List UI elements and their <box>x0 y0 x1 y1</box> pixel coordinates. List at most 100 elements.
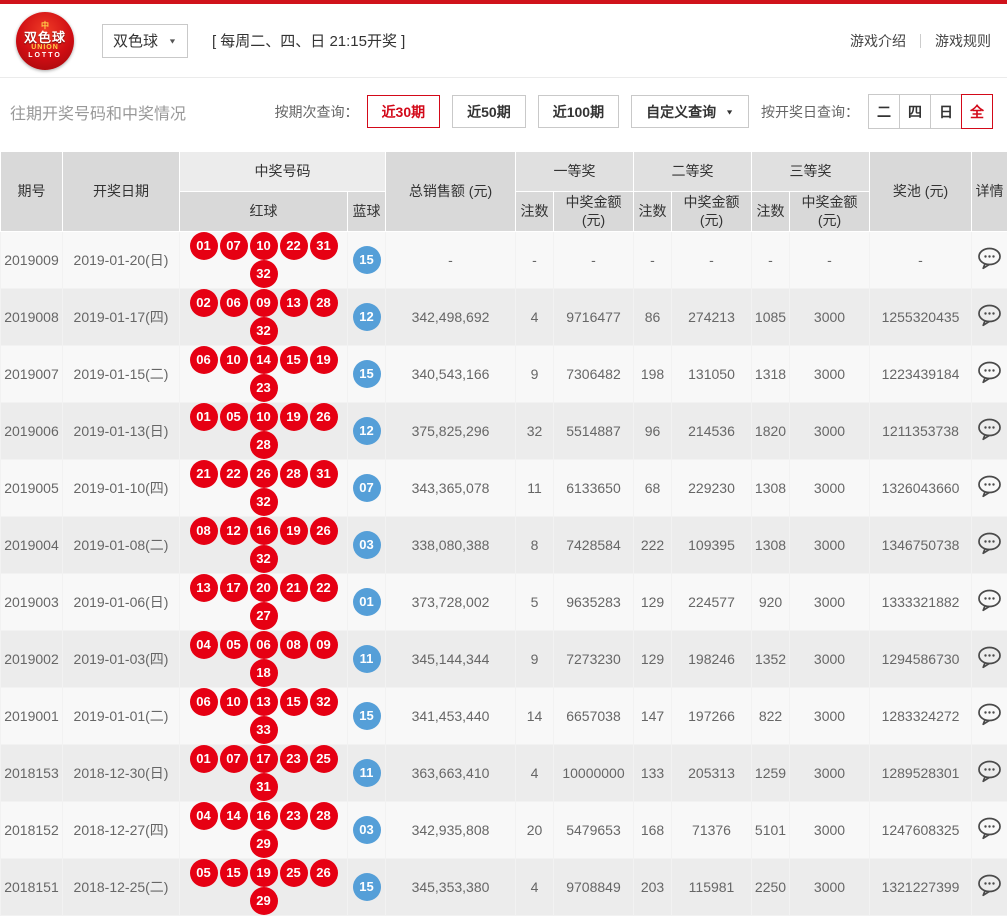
cell-p2-amount: 224577 <box>672 574 752 631</box>
filter-controls: 按期次查询： 近30期近50期近100期自定义查询▼ 按开奖日查询： 二四日全 <box>275 94 993 129</box>
union-lotto-logo[interactable]: 中 双色球 UNION LOTTO <box>16 12 74 70</box>
red-ball: 19 <box>280 403 308 431</box>
red-ball: 14 <box>220 802 248 830</box>
red-ball: 28 <box>310 289 338 317</box>
detail-button[interactable] <box>977 646 1002 669</box>
cell-p2-amount: 198246 <box>672 631 752 688</box>
red-ball: 22 <box>280 232 308 260</box>
cell-p3-amount: 3000 <box>790 346 870 403</box>
logo-title: 双色球 <box>24 31 66 45</box>
red-ball: 15 <box>220 859 248 887</box>
red-ball: 06 <box>220 289 248 317</box>
cell-p3-count: 1308 <box>752 460 790 517</box>
cell-p2-count: 222 <box>634 517 672 574</box>
red-ball: 29 <box>250 887 278 915</box>
cell-date: 2019-01-01(二) <box>63 688 180 745</box>
cell-detail <box>972 859 1007 916</box>
cell-p1-count: 11 <box>516 460 554 517</box>
cell-p3-count: 2250 <box>752 859 790 916</box>
comment-icon <box>977 589 1002 612</box>
cell-p2-count: 198 <box>634 346 672 403</box>
detail-button[interactable] <box>977 247 1002 270</box>
red-ball: 26 <box>310 517 338 545</box>
table-row: 2019006 2019-01-13(日) 010510192628 12 37… <box>1 403 1007 460</box>
cell-period: 2019006 <box>1 403 63 460</box>
cell-date: 2018-12-27(四) <box>63 802 180 859</box>
detail-button[interactable] <box>977 703 1002 726</box>
red-ball: 29 <box>250 830 278 858</box>
cell-pool: 1289528301 <box>870 745 972 802</box>
cell-blue-ball: 03 <box>348 802 386 859</box>
cell-p3-amount: 3000 <box>790 517 870 574</box>
red-ball: 06 <box>250 631 278 659</box>
cell-p2-amount: 109395 <box>672 517 752 574</box>
table-row: 2019005 2019-01-10(四) 212226283132 07 34… <box>1 460 1007 517</box>
detail-button[interactable] <box>977 361 1002 384</box>
cell-period: 2019007 <box>1 346 63 403</box>
cell-p1-amount: 9635283 <box>554 574 634 631</box>
cell-p3-count: 1085 <box>752 289 790 346</box>
table-row: 2018152 2018-12-27(四) 041416232829 03 34… <box>1 802 1007 859</box>
detail-button[interactable] <box>977 589 1002 612</box>
red-ball: 26 <box>250 460 278 488</box>
red-ball: 20 <box>250 574 278 602</box>
red-ball: 06 <box>190 688 218 716</box>
red-ball: 19 <box>310 346 338 374</box>
cell-p2-amount: 214536 <box>672 403 752 460</box>
red-ball: 26 <box>310 403 338 431</box>
red-ball: 07 <box>220 745 248 773</box>
day-filter-button[interactable]: 二 <box>868 94 900 129</box>
col-sales-header: 总销售额 (元) <box>386 152 516 232</box>
cell-blue-ball: 12 <box>348 289 386 346</box>
day-filter-button[interactable]: 四 <box>899 94 931 129</box>
cell-sales: 343,365,078 <box>386 460 516 517</box>
detail-button[interactable] <box>977 418 1002 441</box>
blue-ball: 11 <box>353 759 381 787</box>
period-filter-button[interactable]: 近100期 <box>538 95 619 128</box>
col-p1-amount-header: 中奖金额 (元) <box>554 192 634 232</box>
cell-sales: 373,728,002 <box>386 574 516 631</box>
table-row: 2019001 2019-01-01(二) 061013153233 15 34… <box>1 688 1007 745</box>
game-rules-link[interactable]: 游戏规则 <box>935 31 991 51</box>
detail-button[interactable] <box>977 817 1002 840</box>
game-intro-link[interactable]: 游戏介绍 <box>850 31 906 51</box>
comment-icon <box>977 817 1002 840</box>
cell-p3-count: 5101 <box>752 802 790 859</box>
cell-p2-count: 129 <box>634 631 672 688</box>
detail-button[interactable] <box>977 532 1002 555</box>
red-ball: 04 <box>190 802 218 830</box>
period-filter-button[interactable]: 近50期 <box>452 95 526 128</box>
cell-p2-amount: 229230 <box>672 460 752 517</box>
cell-date: 2019-01-06(日) <box>63 574 180 631</box>
table-row: 2018151 2018-12-25(二) 051519252629 15 34… <box>1 859 1007 916</box>
day-filter-button[interactable]: 日 <box>930 94 962 129</box>
col-p1-count-header: 注数 <box>516 192 554 232</box>
red-ball: 19 <box>280 517 308 545</box>
red-ball: 13 <box>190 574 218 602</box>
logo-union-text: UNION <box>31 44 59 51</box>
red-ball: 02 <box>190 289 218 317</box>
blue-ball: 15 <box>353 360 381 388</box>
detail-button[interactable] <box>977 874 1002 897</box>
detail-button[interactable] <box>977 760 1002 783</box>
cell-p1-amount: 6133650 <box>554 460 634 517</box>
red-ball: 23 <box>250 374 278 402</box>
period-filter-button[interactable]: 自定义查询▼ <box>631 95 749 128</box>
cell-p2-count: - <box>634 232 672 289</box>
cell-period: 2019003 <box>1 574 63 631</box>
period-filter-button[interactable]: 近30期 <box>367 95 441 128</box>
table-row: 2019008 2019-01-17(四) 020609132832 12 34… <box>1 289 1007 346</box>
detail-button[interactable] <box>977 475 1002 498</box>
game-select-dropdown[interactable]: 双色球 ▼ <box>102 24 188 58</box>
results-tbody: 2019009 2019-01-20(日) 010710223132 15 - … <box>1 232 1007 916</box>
day-filter-button[interactable]: 全 <box>961 94 993 129</box>
red-ball: 28 <box>250 431 278 459</box>
period-filter-label: 近30期 <box>382 102 426 122</box>
cell-p1-count: 4 <box>516 859 554 916</box>
results-table-header: 期号 开奖日期 中奖号码 总销售额 (元) 一等奖 二等奖 三等奖 奖池 (元)… <box>1 152 1007 232</box>
game-select-value: 双色球 <box>113 30 158 51</box>
cell-p2-count: 86 <box>634 289 672 346</box>
detail-button[interactable] <box>977 304 1002 327</box>
table-row: 2019002 2019-01-03(四) 040506080918 11 34… <box>1 631 1007 688</box>
cell-period: 2019001 <box>1 688 63 745</box>
